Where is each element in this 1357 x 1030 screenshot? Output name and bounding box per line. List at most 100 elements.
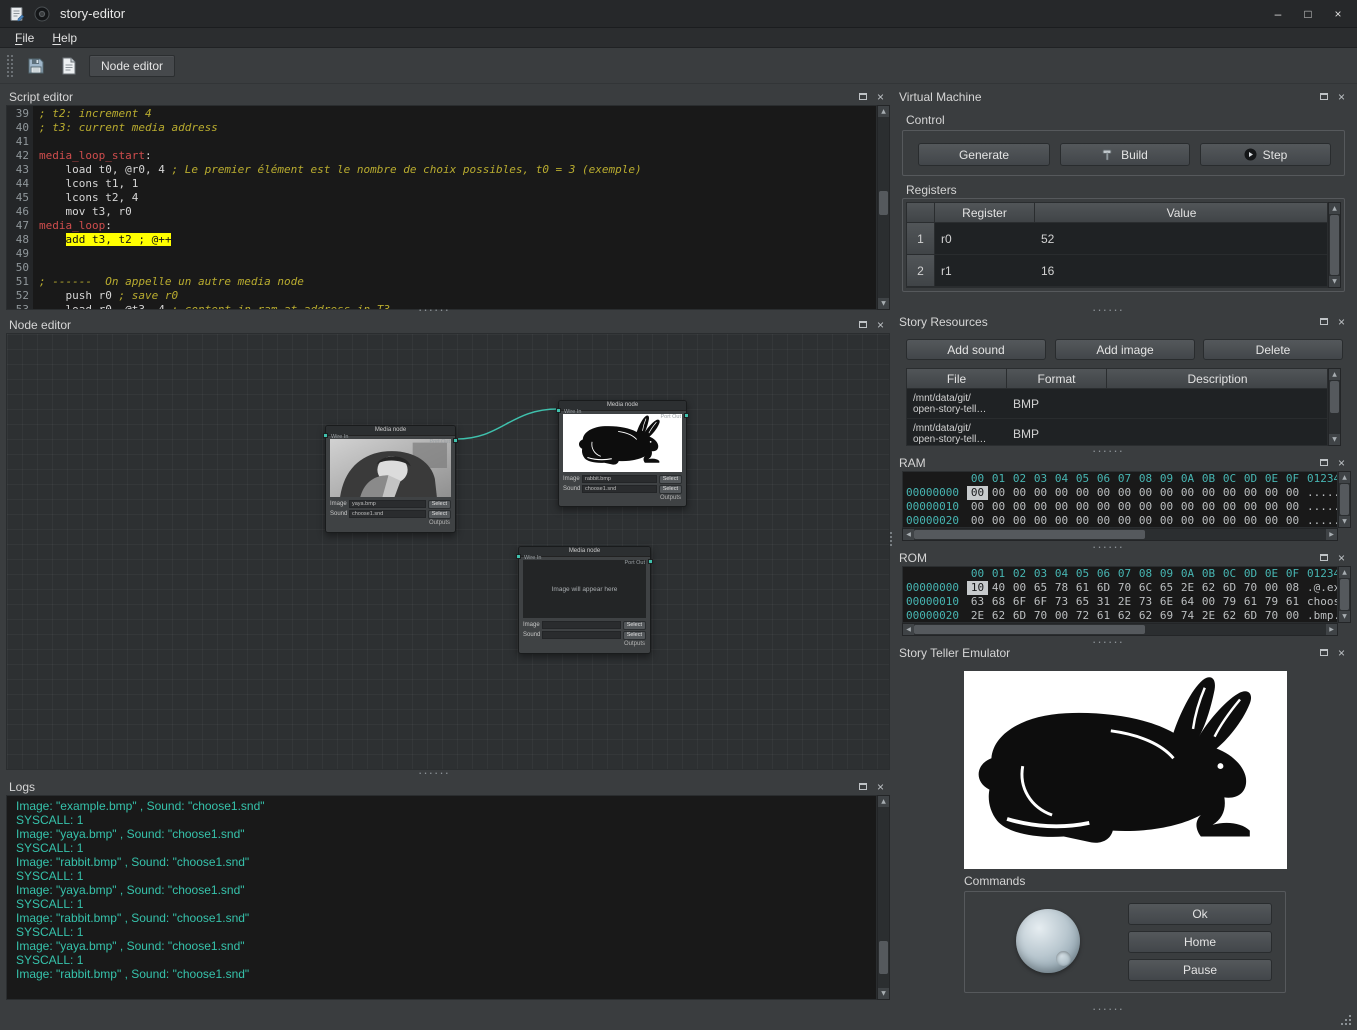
float-panel-button[interactable] (856, 780, 869, 793)
hex-byte-cell[interactable]: 6D (1240, 609, 1261, 623)
menu-item-help[interactable]: Help (43, 30, 86, 46)
hex-byte-cell[interactable]: 2E (1198, 609, 1219, 623)
scrollbar-thumb[interactable] (914, 625, 1145, 634)
export-script-button[interactable] (56, 53, 82, 79)
node-select-button[interactable]: Select (659, 485, 682, 494)
node-select-button[interactable]: Select (428, 500, 451, 509)
float-panel-button[interactable] (856, 90, 869, 103)
hex-byte-cell[interactable]: 62 (1219, 609, 1240, 623)
hex-byte-cell[interactable]: 6F (1009, 595, 1030, 609)
hex-byte-cell[interactable]: 00 (1261, 581, 1282, 595)
splitter-handle[interactable]: ······ (418, 307, 450, 313)
hex-byte-cell[interactable]: 6D (1009, 609, 1030, 623)
close-panel-button[interactable]: × (1335, 646, 1348, 659)
scrollbar-thumb[interactable] (879, 941, 888, 974)
media-node[interactable]: Media nodeImageyaya.bmpSelectSoundchoose… (325, 425, 456, 533)
media-node[interactable]: Media nodeImage will appear hereImageSel… (518, 546, 651, 654)
hex-byte-cell[interactable]: 00 (1198, 486, 1219, 500)
hex-byte-cell[interactable]: 00 (1030, 514, 1051, 528)
hex-byte-cell[interactable]: 70 (1114, 581, 1135, 595)
scrollbar-track[interactable] (1329, 214, 1340, 276)
node-select-button[interactable]: Select (659, 475, 682, 484)
home-button[interactable]: Home (1128, 931, 1272, 953)
hex-byte-cell[interactable]: 00 (988, 514, 1009, 528)
scroll-down-button[interactable]: ▼ (1339, 516, 1350, 527)
scroll-left-button[interactable]: ◀ (903, 529, 914, 540)
hex-byte-cell[interactable]: 00 (1009, 500, 1030, 514)
hex-byte-cell[interactable]: 62 (1198, 581, 1219, 595)
delete-button[interactable]: Delete (1203, 339, 1343, 360)
scrollbar-thumb[interactable] (914, 530, 1145, 539)
scroll-down-button[interactable]: ▼ (1329, 276, 1340, 287)
script-scrollbar[interactable]: ▲ ▼ (877, 105, 890, 310)
hex-byte-cell[interactable]: 2E (1177, 581, 1198, 595)
hex-byte-cell[interactable]: 00 (1219, 500, 1240, 514)
scrollbar-track[interactable] (1339, 578, 1350, 611)
hex-byte-cell[interactable]: 00 (1051, 500, 1072, 514)
hex-byte-cell[interactable]: 00 (1072, 486, 1093, 500)
hex-byte-cell[interactable]: 00 (1198, 514, 1219, 528)
hex-byte-cell[interactable]: 61 (1240, 595, 1261, 609)
input-port[interactable] (323, 433, 328, 438)
hex-byte-cell[interactable]: 6E (1156, 595, 1177, 609)
step-button[interactable]: Step (1200, 143, 1331, 166)
output-port[interactable] (453, 438, 458, 443)
minimize-button[interactable]: – (1267, 5, 1289, 23)
hex-byte-cell[interactable]: 72 (1072, 609, 1093, 623)
hex-byte-cell[interactable]: 00 (967, 486, 988, 500)
hex-byte-cell[interactable]: 79 (1261, 595, 1282, 609)
resources-scrollbar[interactable]: ▲ ▼ (1328, 368, 1341, 446)
add-image-button[interactable]: Add image (1055, 339, 1195, 360)
scrollbar-track[interactable] (1329, 380, 1340, 434)
build-button[interactable]: Build (1060, 143, 1190, 166)
hex-byte-cell[interactable]: 10 (967, 581, 988, 595)
scroll-down-button[interactable]: ▼ (878, 298, 889, 309)
hex-byte-cell[interactable]: 00 (1030, 500, 1051, 514)
hex-byte-cell[interactable]: 00 (1219, 486, 1240, 500)
hex-byte-cell[interactable]: 00 (1114, 514, 1135, 528)
node-select-button[interactable]: Select (623, 621, 646, 630)
scroll-up-button[interactable]: ▲ (1329, 203, 1340, 214)
hex-byte-cell[interactable]: 00 (1135, 500, 1156, 514)
scroll-left-button[interactable]: ◀ (903, 624, 914, 635)
hex-byte-cell[interactable]: 6D (1093, 581, 1114, 595)
float-panel-button[interactable] (1317, 551, 1330, 564)
hex-byte-cell[interactable]: 00 (1282, 500, 1303, 514)
media-node[interactable]: Media nodeImagerabbit.bmpSelectSoundchoo… (558, 400, 687, 507)
column-header[interactable]: Description (1107, 369, 1328, 389)
hex-byte-cell[interactable]: 63 (967, 595, 988, 609)
scroll-up-button[interactable]: ▲ (878, 106, 889, 117)
splitter-handle[interactable]: ······ (418, 770, 450, 776)
hex-byte-cell[interactable]: 00 (1282, 609, 1303, 623)
hex-byte-cell[interactable]: 62 (988, 609, 1009, 623)
hex-byte-cell[interactable]: 68 (988, 595, 1009, 609)
hex-byte-cell[interactable]: 6F (1030, 595, 1051, 609)
hex-byte-cell[interactable]: 70 (1240, 581, 1261, 595)
hex-byte-cell[interactable]: 00 (1240, 486, 1261, 500)
hex-byte-cell[interactable]: 00 (1114, 486, 1135, 500)
close-panel-button[interactable]: × (874, 318, 887, 331)
close-panel-button[interactable]: × (1335, 456, 1348, 469)
hex-byte-cell[interactable]: 65 (1072, 595, 1093, 609)
hex-byte-cell[interactable]: 00 (967, 500, 988, 514)
rotary-knob[interactable] (1016, 909, 1080, 973)
input-port[interactable] (516, 554, 521, 559)
rom-vscrollbar[interactable]: ▲ ▼ (1338, 566, 1351, 623)
hex-byte-cell[interactable]: 00 (1009, 581, 1030, 595)
hex-byte-cell[interactable]: 70 (1030, 609, 1051, 623)
close-panel-button[interactable]: × (1335, 90, 1348, 103)
hex-byte-cell[interactable]: 00 (1093, 500, 1114, 514)
column-header[interactable]: Format (1007, 369, 1107, 389)
resize-grip[interactable] (1339, 1013, 1351, 1025)
hex-byte-cell[interactable]: 00 (1177, 500, 1198, 514)
hex-byte-cell[interactable]: 00 (1261, 514, 1282, 528)
scrollbar-thumb[interactable] (1340, 484, 1349, 516)
logs-scrollbar[interactable]: ▲ ▼ (877, 795, 890, 1000)
hex-byte-cell[interactable]: 70 (1261, 609, 1282, 623)
hex-byte-cell[interactable]: 00 (1093, 486, 1114, 500)
node-editor-toggle-button[interactable]: Node editor (89, 55, 175, 77)
hex-byte-cell[interactable]: 78 (1051, 581, 1072, 595)
scroll-up-button[interactable]: ▲ (878, 796, 889, 807)
hex-byte-cell[interactable]: 00 (1156, 500, 1177, 514)
hex-byte-cell[interactable]: 62 (1135, 609, 1156, 623)
